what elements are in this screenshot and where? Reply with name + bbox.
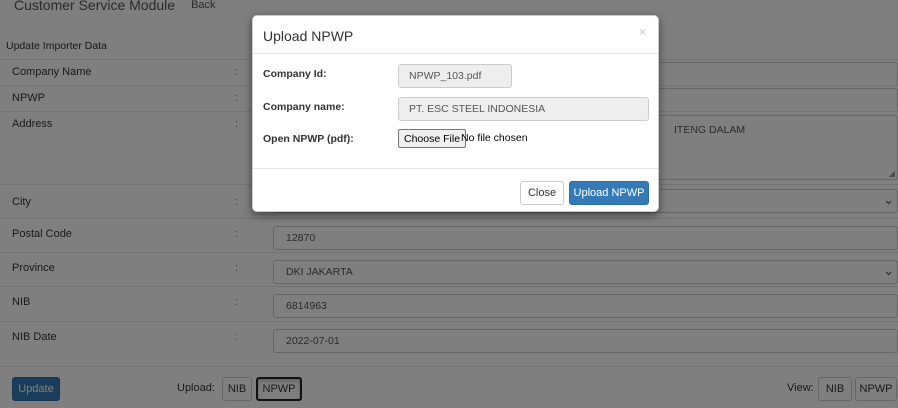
upload-npwp-modal: Upload NPWP × Company Id: NPWP_103.pdf C… <box>252 15 659 212</box>
company-id-input[interactable]: NPWP_103.pdf <box>398 64 512 88</box>
modal-title: Upload NPWP <box>263 28 354 44</box>
page: Customer Service Module Back Update Impo… <box>0 0 898 408</box>
modal-footer: Close Upload NPWP <box>253 168 658 212</box>
company-id-label: Company Id: <box>263 68 327 80</box>
upload-npwp-submit-button[interactable]: Upload NPWP <box>569 181 649 205</box>
open-npwp-label: Open NPWP (pdf): <box>263 133 354 145</box>
modal-header: Upload NPWP × <box>253 16 658 54</box>
choose-file-button[interactable]: Choose File <box>398 129 467 148</box>
close-icon[interactable]: × <box>639 25 646 39</box>
company-name-modal-input[interactable]: PT. ESC STEEL INDONESIA <box>398 97 649 121</box>
close-button[interactable]: Close <box>520 181 564 205</box>
file-status: No file chosen <box>461 132 528 144</box>
company-name-modal-label: Company name: <box>263 101 345 113</box>
